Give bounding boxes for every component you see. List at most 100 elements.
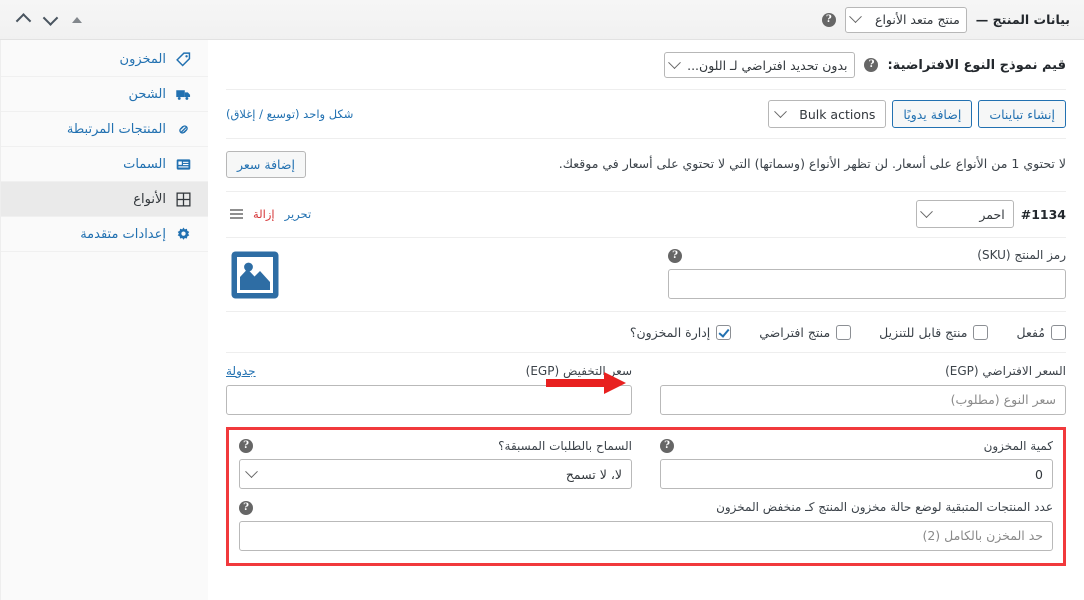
checkbox-label: مُفعل [1016, 325, 1045, 340]
help-icon[interactable]: ? [660, 439, 674, 454]
backorders-label: السماح بالطلبات المسبقة؟ [498, 438, 632, 453]
stock-settings-highlight-box: كمية المخزون ? السماح بالطلبات المسبقة؟ … [226, 426, 1066, 566]
help-icon[interactable]: ? [239, 500, 253, 515]
regular-price-label-row: السعر الافتراضي (EGP) [660, 364, 1066, 380]
chevron-down-icon [668, 55, 681, 69]
sidebar-item-shipping[interactable]: الشحن [1, 77, 208, 112]
sale-price-field: سعر التخفيض (EGP) جدولة [226, 364, 632, 415]
checkbox-downloadable[interactable]: منتج قابل للتنزيل [879, 325, 989, 340]
checkbox-label: إدارة المخزون؟ [629, 325, 711, 340]
bulk-actions-label: Bulk actions [799, 106, 876, 122]
chevron-up-icon[interactable] [15, 13, 32, 29]
tag-icon [176, 51, 191, 66]
variations-toolbar: إنشاء تباينات إضافة يدويًا Bulk actions … [226, 90, 1066, 139]
image-placeholder-icon [231, 251, 279, 299]
drag-handle-icon[interactable] [230, 208, 243, 220]
chevron-down-icon [245, 464, 258, 478]
sale-price-input[interactable] [226, 384, 632, 415]
regular-price-field: السعر الافتراضي (EGP) [660, 364, 1066, 415]
checkbox-label: منتج قابل للتنزيل [879, 325, 968, 340]
sidebar-item-label: السمات [123, 156, 166, 172]
price-fields-row: السعر الافتراضي (EGP) سعر التخفيض (EGP) … [226, 353, 1066, 427]
variation-row-actions: تحرير إزالة [226, 207, 311, 221]
add-price-button[interactable]: إضافة سعر [226, 151, 306, 178]
chevron-down-icon[interactable] [42, 10, 59, 26]
backorders-select[interactable]: لا، لا تسمح [239, 459, 632, 490]
default-form-values-label: قيم نموذج النوع الافتراضية: [887, 57, 1066, 73]
checkbox-virtual[interactable]: منتج افتراضي [759, 325, 852, 340]
sale-price-schedule-link[interactable]: جدولة [226, 364, 256, 380]
list-box-icon [176, 158, 191, 170]
sku-row: رمز المنتج (SKU) ? [226, 248, 1066, 300]
variation-identity: #1134 احمر [915, 200, 1066, 228]
generate-variations-button[interactable]: إنشاء تباينات [978, 100, 1066, 128]
help-icon[interactable]: ? [821, 12, 836, 27]
variation-id: #1134 [1020, 206, 1066, 222]
low-stock-threshold-row: عدد المنتجات المتبقية لوضع حالة مخزون ال… [239, 489, 1053, 551]
chevron-down-icon [848, 10, 862, 24]
sidebar-item-linked-products[interactable]: المنتجات المرتبطة [1, 112, 208, 147]
checkbox-enabled[interactable]: مُفعل [1016, 325, 1066, 340]
sidebar-item-label: الأنواع [133, 191, 166, 207]
default-attribute-select[interactable]: بدون تحديد افتراضي لـ اللون... [664, 52, 856, 78]
triangle-up-icon[interactable] [72, 16, 82, 23]
product-data-title-group: بيانات المنتج — منتج متعد الأنواع ? [821, 6, 1070, 33]
sidebar-item-label: المخزون [119, 51, 166, 67]
sidebar-item-inventory[interactable]: المخزون [1, 42, 208, 77]
sidebar-item-label: الشحن [128, 86, 166, 102]
missing-price-notice: لا تحتوي 1 من الأنواع على أسعار. لن تظهر… [226, 139, 1066, 192]
checkbox-box [1051, 325, 1066, 340]
grid-icon [176, 191, 191, 207]
help-icon[interactable]: ? [864, 58, 879, 72]
checkbox-box [973, 325, 989, 340]
sidebar-item-advanced[interactable]: إعدادات متقدمة [1, 217, 208, 252]
default-form-values-row: قيم نموذج النوع الافتراضية: ? بدون تحديد… [226, 40, 1066, 90]
panel-nav-controls [15, 10, 88, 29]
sale-price-label-row: سعر التخفيض (EGP) جدولة [226, 364, 632, 380]
help-icon[interactable]: ? [668, 248, 682, 263]
backorders-value: لا، لا تسمح [565, 466, 622, 482]
sale-price-label: سعر التخفيض (EGP) [525, 364, 632, 378]
variation-attribute-select[interactable]: احمر [915, 200, 1014, 228]
stock-row: كمية المخزون ? السماح بالطلبات المسبقة؟ … [239, 439, 1053, 490]
backorders-field: السماح بالطلبات المسبقة؟ ? لا، لا تسمح [239, 439, 632, 490]
low-stock-threshold-label: عدد المنتجات المتبقية لوضع حالة مخزون ال… [716, 500, 1053, 515]
sidebar-item-variations[interactable]: الأنواع [1, 182, 208, 217]
variation-image-thumbnail[interactable] [226, 250, 284, 300]
gear-icon [177, 227, 190, 240]
sku-label: رمز المنتج (SKU) [977, 248, 1066, 262]
stock-quantity-input[interactable] [660, 459, 1053, 490]
sidebar-item-attributes[interactable]: السمات [1, 147, 208, 182]
notice-text: لا تحتوي 1 من الأنواع على أسعار. لن تظهر… [558, 156, 1066, 172]
variation-checkboxes: مُفعل منتج قابل للتنزيل منتج افتراضي إدا… [226, 311, 1066, 353]
variation-attribute-value: احمر [979, 206, 1005, 222]
regular-price-input[interactable] [660, 384, 1066, 415]
bulk-actions-select[interactable]: Bulk actions [768, 100, 887, 128]
checkbox-box [716, 325, 732, 340]
low-stock-threshold-input[interactable] [239, 520, 1053, 551]
sku-field-wrap: رمز المنتج (SKU) ? [668, 248, 1066, 299]
low-stock-threshold-field: عدد المنتجات المتبقية لوضع حالة مخزون ال… [239, 500, 1053, 551]
product-type-select[interactable]: منتج متعد الأنواع [844, 6, 967, 33]
expand-close-link[interactable]: شكل واحد (توسيع / إغلاق) [226, 107, 353, 121]
stock-quantity-label: كمية المخزون [983, 438, 1053, 453]
page-title: بيانات المنتج — [975, 12, 1070, 27]
variation-remove-link[interactable]: إزالة [253, 207, 275, 221]
add-manually-button[interactable]: إضافة يدويًا [892, 100, 973, 128]
backorders-label-row: السماح بالطلبات المسبقة؟ ? [239, 439, 632, 455]
product-data-header: بيانات المنتج — منتج متعد الأنواع ? [0, 0, 1084, 40]
help-icon[interactable]: ? [239, 439, 253, 454]
variations-action-buttons: إنشاء تباينات إضافة يدويًا Bulk actions [768, 100, 1066, 128]
variations-panel: قيم نموذج النوع الافتراضية: ? بدون تحديد… [208, 40, 1084, 600]
checkbox-box [836, 325, 852, 340]
regular-price-label: السعر الافتراضي (EGP) [945, 364, 1066, 378]
checkbox-manage-stock[interactable]: إدارة المخزون؟ [629, 325, 732, 340]
sku-input[interactable] [668, 268, 1066, 299]
variation-edit-link[interactable]: تحرير [285, 207, 312, 221]
product-type-value: منتج متعد الأنواع [874, 12, 960, 27]
chevron-down-icon [774, 104, 788, 118]
default-attribute-value: بدون تحديد افتراضي لـ اللون... [687, 57, 848, 73]
checkbox-label: منتج افتراضي [759, 325, 831, 340]
sku-label-row: رمز المنتج (SKU) ? [668, 248, 1066, 264]
product-data-tabs: المخزون الشحن المنتجات المرتبطة السمات ا… [0, 40, 208, 600]
